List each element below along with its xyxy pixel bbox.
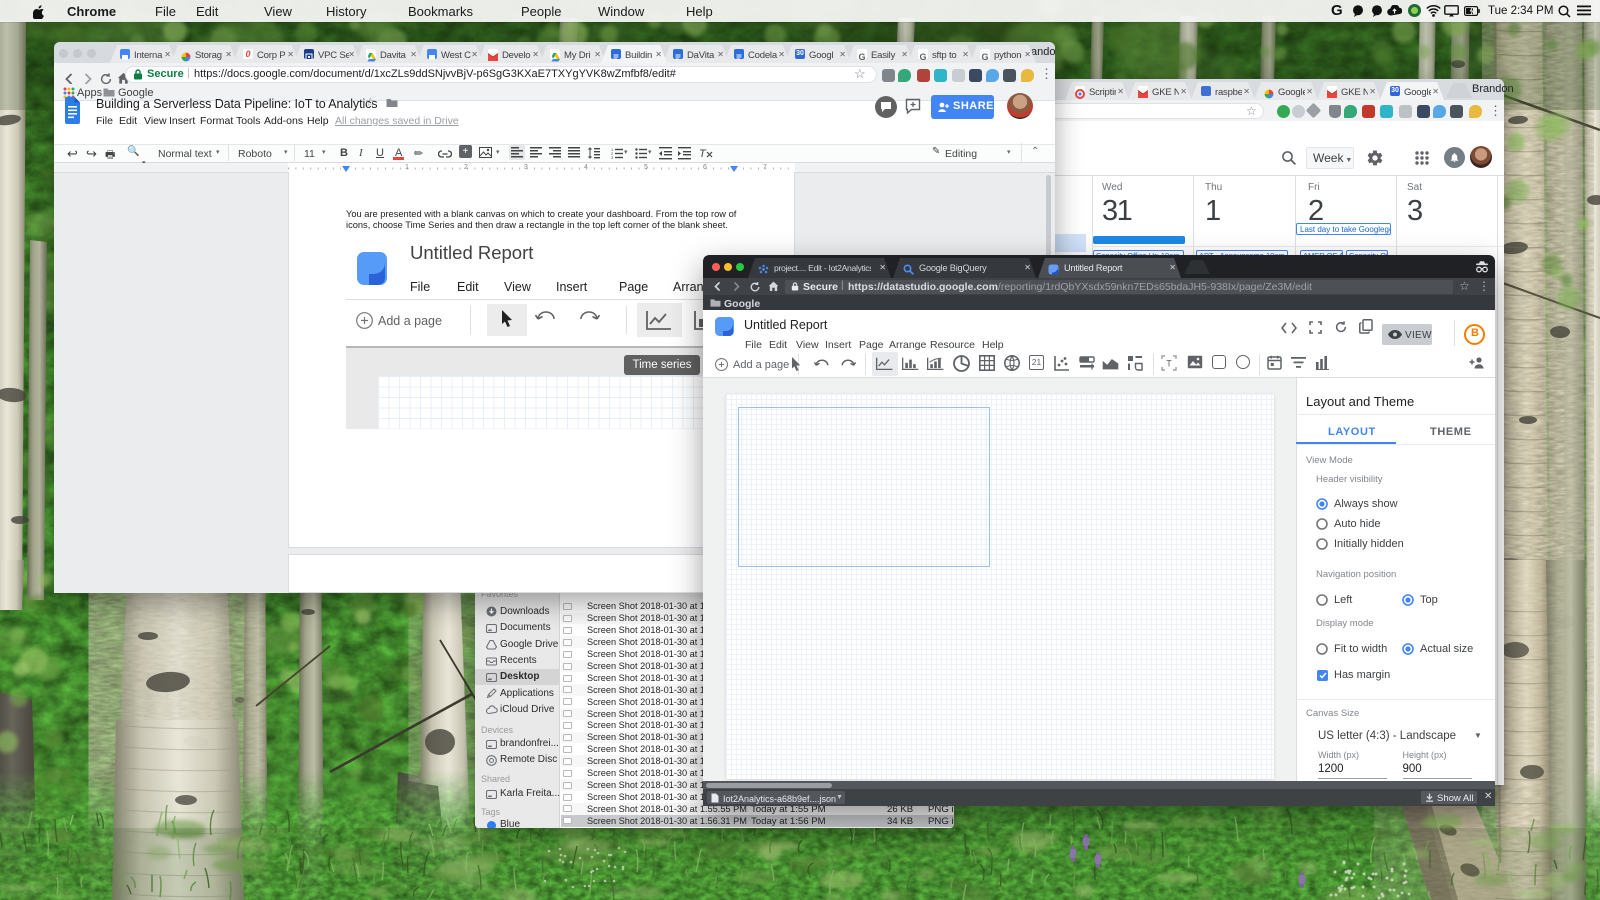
svg-text:T: T [1166,359,1172,369]
svg-text:G: G [919,52,926,62]
svg-text:G: G [981,52,988,62]
svg-text:G: G [858,52,865,62]
